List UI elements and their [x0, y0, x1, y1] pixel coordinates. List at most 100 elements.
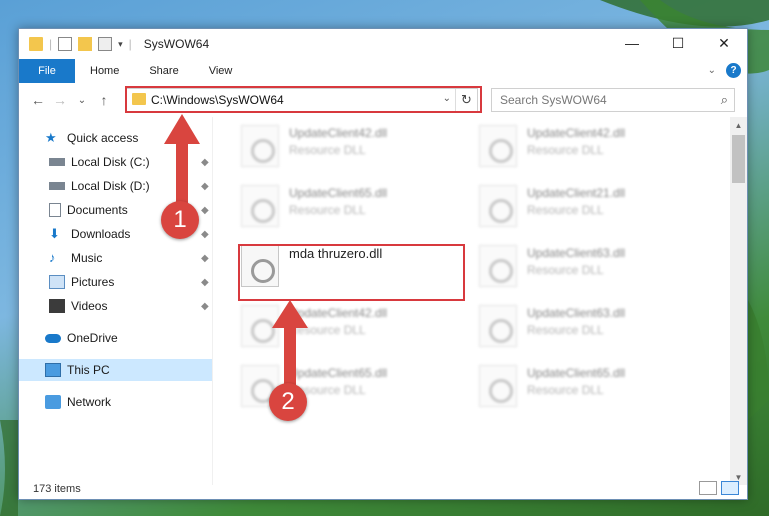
sidebar-item-label: OneDrive: [67, 331, 118, 345]
sidebar-item-local-disk-d[interactable]: Local Disk (D:): [49, 175, 150, 197]
large-icons-view-button[interactable]: [721, 481, 739, 495]
picture-icon: [49, 275, 65, 289]
sidebar-item-label: Quick access: [67, 131, 139, 145]
dll-file-icon: [479, 185, 517, 227]
file-item[interactable]: UpdateClient65.dll Resource DLL: [479, 365, 709, 415]
status-bar: 173 items: [19, 479, 747, 499]
search-placeholder: Search SysWOW64: [500, 93, 607, 107]
tab-home[interactable]: Home: [75, 59, 134, 83]
file-type: Resource DLL: [289, 143, 366, 157]
sidebar-item-pictures[interactable]: Pictures: [49, 271, 114, 293]
up-button[interactable]: ↑: [93, 89, 115, 111]
sidebar-item-label: Network: [67, 395, 112, 409]
sidebar-item-network[interactable]: Network: [45, 391, 111, 413]
window-controls: — ☐ ✕: [609, 29, 747, 57]
sidebar-item-downloads[interactable]: ⬇ Downloads: [49, 223, 130, 245]
sidebar-item-label: Local Disk (C:): [71, 155, 150, 169]
sidebar-item-label: Pictures: [71, 275, 115, 289]
file-type: Resource DLL: [527, 383, 604, 397]
sidebar-item-quick-access[interactable]: ★ Quick access: [45, 127, 138, 149]
file-item[interactable]: UpdateClient63.dll Resource DLL: [479, 305, 709, 355]
file-type: Resource DLL: [527, 263, 604, 277]
close-button[interactable]: ✕: [701, 29, 747, 57]
file-item[interactable]: UpdateClient42.dll Resource DLL: [241, 125, 471, 175]
pin-icon[interactable]: ◆: [201, 277, 209, 288]
item-count: 173 items: [33, 483, 81, 495]
download-icon: ⬇: [49, 226, 60, 241]
vertical-scrollbar[interactable]: ▲ ▼: [730, 117, 747, 485]
title-bar: | ▾ | SysWOW64 — ☐ ✕: [19, 29, 747, 59]
file-name: UpdateClient42.dll: [527, 126, 626, 140]
sidebar-item-label: Documents: [67, 203, 128, 217]
dll-file-icon: [479, 125, 517, 167]
new-folder-icon[interactable]: [78, 37, 93, 51]
folder-icon[interactable]: [29, 37, 43, 51]
sidebar-item-label: Videos: [71, 299, 108, 313]
dll-file-icon: [241, 125, 279, 167]
sidebar-item-this-pc[interactable]: This PC: [19, 359, 212, 381]
scroll-up-icon[interactable]: ▲: [730, 117, 747, 133]
chevron-down-icon[interactable]: ▾: [118, 39, 123, 50]
sidebar-item-onedrive[interactable]: OneDrive: [45, 327, 118, 349]
sidebar-item-documents[interactable]: Documents: [49, 199, 128, 221]
music-icon: ♪: [49, 250, 56, 265]
file-item[interactable]: UpdateClient42.dll Resource DLL: [479, 125, 709, 175]
sidebar-item-music[interactable]: ♪ Music: [49, 247, 102, 269]
file-item[interactable]: UpdateClient63.dll Resource DLL: [479, 245, 709, 295]
dll-file-icon: [479, 365, 517, 407]
details-view-button[interactable]: [699, 481, 717, 495]
pin-icon[interactable]: ◆: [201, 229, 209, 240]
forward-button[interactable]: →: [49, 89, 71, 111]
star-icon: ★: [45, 130, 57, 145]
sidebar-item-label: Local Disk (D:): [71, 179, 150, 193]
properties-icon[interactable]: [58, 37, 73, 51]
tab-share[interactable]: Share: [134, 59, 193, 83]
quick-access-toolbar: | ▾: [19, 37, 123, 51]
expand-ribbon-icon[interactable]: ⌄: [708, 65, 716, 76]
tab-file[interactable]: File: [19, 59, 75, 83]
video-icon: [49, 299, 65, 313]
search-icon: ⌕: [720, 92, 728, 107]
step-badge-2: 2: [269, 383, 307, 421]
dll-file-icon: [241, 185, 279, 227]
tab-view[interactable]: View: [194, 59, 248, 83]
network-icon: [45, 395, 61, 409]
dll-file-icon: [479, 245, 517, 287]
dll-file-icon: [479, 305, 517, 347]
drive-icon: [49, 158, 65, 166]
file-explorer-window: | ▾ | SysWOW64 — ☐ ✕ File Home Share Vie…: [18, 28, 748, 500]
address-highlight-box: [125, 86, 482, 113]
search-input[interactable]: Search SysWOW64 ⌕: [491, 88, 735, 112]
file-type: Resource DLL: [527, 143, 604, 157]
back-button[interactable]: ←: [27, 89, 49, 111]
drive-icon: [49, 182, 65, 190]
file-name: UpdateClient63.dll: [527, 246, 626, 260]
cloud-icon: [45, 333, 61, 343]
maximize-button[interactable]: ☐: [655, 29, 701, 57]
pin-icon[interactable]: ◆: [201, 301, 209, 312]
file-type: Resource DLL: [289, 203, 366, 217]
file-type: Resource DLL: [527, 203, 604, 217]
file-name: UpdateClient42.dll: [289, 126, 388, 140]
computer-icon: [45, 363, 61, 377]
file-type: Resource DLL: [527, 323, 604, 337]
sidebar-item-videos[interactable]: Videos: [49, 295, 107, 317]
sidebar-item-label: This PC: [67, 363, 110, 377]
recent-locations-button[interactable]: ⌄: [71, 89, 93, 111]
file-name: UpdateClient21.dll: [527, 186, 626, 200]
pin-icon[interactable]: ◆: [201, 253, 209, 264]
sidebar-item-local-disk-c[interactable]: Local Disk (C:): [49, 151, 150, 173]
minimize-button[interactable]: —: [609, 29, 655, 57]
file-item[interactable]: UpdateClient65.dll Resource DLL: [241, 185, 471, 235]
file-name: UpdateClient65.dll: [527, 366, 626, 380]
document-icon: [49, 203, 61, 217]
customize-toolbar-icon[interactable]: [98, 37, 113, 51]
separator: |: [49, 37, 53, 51]
scroll-thumb[interactable]: [732, 135, 745, 183]
window-title: SysWOW64: [143, 37, 210, 51]
file-item[interactable]: UpdateClient21.dll Resource DLL: [479, 185, 709, 235]
file-name: UpdateClient65.dll: [289, 186, 388, 200]
help-icon[interactable]: ?: [726, 63, 741, 78]
separator: |: [128, 37, 132, 51]
view-switcher: [699, 481, 739, 495]
